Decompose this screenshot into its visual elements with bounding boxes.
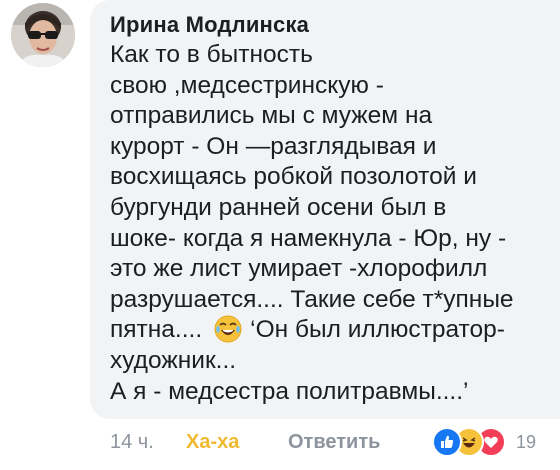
comment-timestamp[interactable]: 14 ч. xyxy=(110,431,154,454)
comment-line: Как то в бытность xyxy=(110,41,313,68)
avatar-photo xyxy=(11,3,75,67)
haha-reaction-button[interactable]: Ха-ха xyxy=(186,431,239,454)
comment-line: свою ,медсестринскую - xyxy=(110,71,384,99)
like-reaction-icon xyxy=(432,427,462,457)
avatar[interactable] xyxy=(11,3,75,67)
comment-line: художник... xyxy=(110,346,237,374)
comment-author-name[interactable]: Ирина Модлинска xyxy=(110,12,309,38)
comment-line-segment: пятна.... xyxy=(110,316,203,344)
comment-line: шоке- когда я намекнула - Юр, ну - xyxy=(110,224,507,252)
reactions-summary[interactable]: 19 xyxy=(432,427,544,457)
comment-line: отправились мы с мужем на xyxy=(110,102,433,130)
comment-line: курорт - Он —разглядывая и xyxy=(110,132,437,160)
comment-line: восхищаясь робкой позолотой и xyxy=(110,163,477,191)
crying-laughing-emoji-icon xyxy=(214,315,242,343)
reaction-count: 19 xyxy=(516,432,537,452)
comment-line: А я - медсестра политравмы....’ xyxy=(110,377,469,405)
comment-line: бургунди ранней осени был в xyxy=(110,193,447,221)
comment-line: разрушается.... Такие себе т*упные xyxy=(110,285,514,313)
comment-line: это же лист умирает -хлорофилл xyxy=(110,255,488,283)
comment-footer: 14 ч. Ха-ха Ответить 19 xyxy=(0,427,560,461)
comment-text: Как то в бытность свою ,медсестринскую -… xyxy=(110,40,550,407)
comment-line-segment: ‘Он был иллюстратор- xyxy=(250,316,505,344)
comment-line-with-emoji: пятна.... ‘Он был иллюстратор- xyxy=(110,315,550,346)
reply-button[interactable]: Ответить xyxy=(288,431,380,454)
